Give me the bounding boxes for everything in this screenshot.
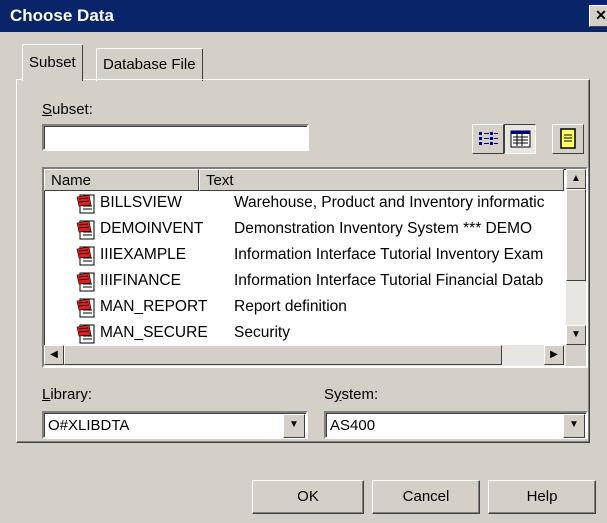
list-item-name: MAN_SECURE [100,324,208,341]
list-rows: BILLSVIEW Warehouse, Product and Inventor… [44,191,566,345]
scroll-corner [566,345,586,366]
tab-subset[interactable]: Subset [22,44,83,81]
system-dropdown-button[interactable]: ▼ [563,414,585,438]
notes-button[interactable] [552,124,584,154]
list-item[interactable]: IIIEXAMPLE Information Interface Tutorial… [44,243,566,269]
chevron-down-icon: ▼ [289,419,299,430]
library-select[interactable]: O#XLIBDTA ▼ [42,411,308,439]
list-item[interactable]: BILLSVIEW Warehouse, Product and Inventor… [44,191,566,217]
tab-subset-label: Subset [29,54,76,71]
subset-document-icon [76,220,95,240]
subset-document-icon [76,246,95,266]
arrow-left-icon: ◀ [50,349,58,360]
vertical-scroll-thumb[interactable] [566,189,586,281]
scroll-up-button[interactable]: ▲ [566,169,586,189]
list-item[interactable]: MAN_SECURE Security [44,321,566,347]
arrow-down-icon: ▼ [571,329,581,340]
list-item-text: Information Interface Tutorial Financial… [234,272,544,289]
scroll-left-button[interactable]: ◀ [44,345,64,365]
list-item-text: Information Interface Tutorial Inventory… [234,246,544,263]
list-item-name: BILLSVIEW [100,194,182,211]
list-view-button[interactable] [472,124,504,154]
list-item[interactable]: IIIFINANCE Information Interface Tutorial… [44,269,566,295]
list-item[interactable]: MAN_REPORT Report definition [44,295,566,321]
list-item[interactable]: DEMOINVENT Demonstration Inventory System… [44,217,566,243]
details-view-button[interactable] [504,124,536,154]
subset-document-icon [76,298,95,318]
subset-list[interactable]: Name Text BILLSVIEW Warehouse, Product an… [42,167,588,368]
cancel-button[interactable]: Cancel [372,480,480,514]
list-item-name: MAN_REPORT [100,298,208,315]
scroll-down-button[interactable]: ▼ [566,325,586,345]
arrow-right-icon: ▶ [550,349,558,360]
details-view-icon [510,130,531,148]
horizontal-scroll-thumb[interactable] [64,345,502,365]
system-select[interactable]: AS400 ▼ [324,411,588,439]
close-button[interactable]: ✕ [589,5,607,27]
subset-document-icon [76,324,95,344]
tab-database-file-label: Database File [103,56,196,73]
list-view-icon [479,132,498,145]
system-value: AS400 [330,417,376,434]
scroll-right-button[interactable]: ▶ [544,345,564,365]
list-item-name: IIIFINANCE [100,272,181,289]
notes-icon [560,128,576,149]
library-dropdown-button[interactable]: ▼ [283,414,305,438]
list-item-text: Demonstration Inventory System *** DEMO [234,220,533,237]
list-item-text: Security [234,324,290,341]
tab-database-file[interactable]: Database File [96,48,203,81]
subset-document-icon [76,194,95,214]
subset-input[interactable] [42,124,309,151]
title-bar: Choose Data ✕ [0,0,607,32]
system-label: System: [324,386,379,403]
column-header-name[interactable]: Name [44,169,199,191]
window-title: Choose Data [10,6,114,25]
subset-document-icon [76,272,95,292]
list-item-text: Warehouse, Product and Inventory informa… [234,194,545,211]
list-item-text: Report definition [234,298,347,315]
chevron-down-icon: ▼ [569,419,579,430]
vertical-scrollbar[interactable]: ▲ ▼ [566,169,586,345]
list-item-name: IIIEXAMPLE [100,246,187,263]
subset-label: Subset: [42,101,93,118]
horizontal-scrollbar[interactable]: ◀ ▶ [44,345,566,366]
arrow-up-icon: ▲ [571,173,581,184]
ok-button[interactable]: OK [252,480,364,514]
help-button[interactable]: Help [488,480,596,514]
library-label: Library: [42,386,93,403]
column-header-text[interactable]: Text [199,169,564,191]
list-item-name: DEMOINVENT [100,220,204,237]
close-icon: ✕ [595,7,607,23]
library-value: O#XLIBDTA [48,417,130,434]
